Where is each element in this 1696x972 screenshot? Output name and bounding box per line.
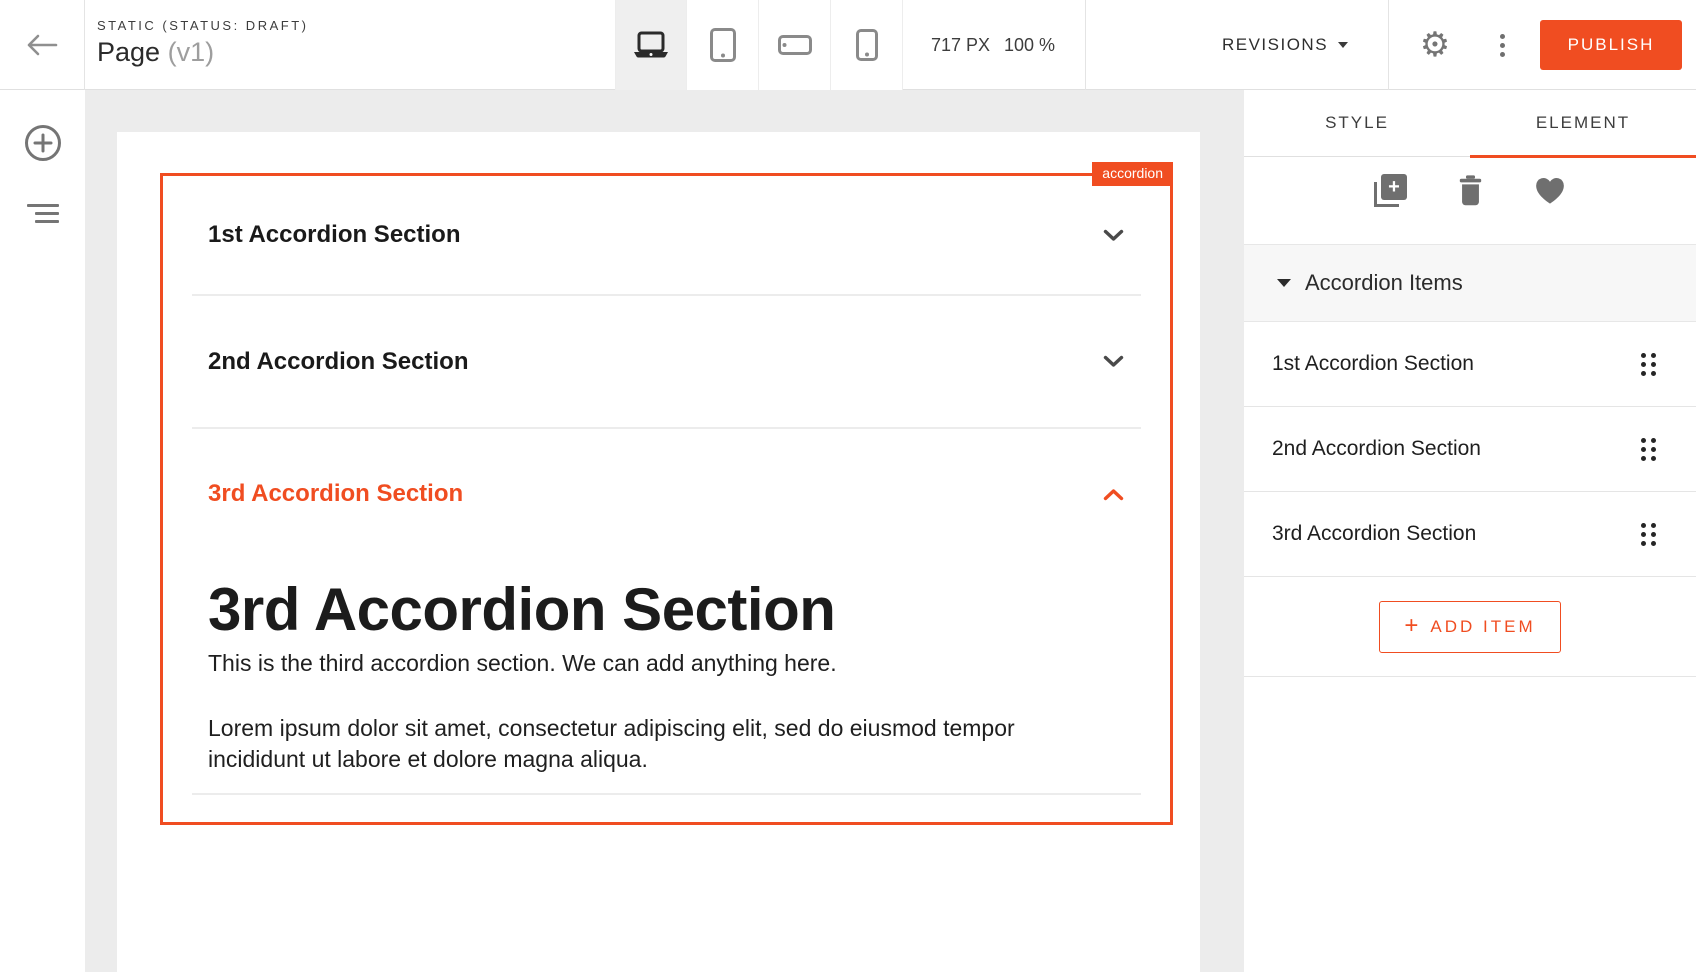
- toolbar-divider: [1388, 0, 1389, 90]
- group-label: Accordion Items: [1305, 270, 1463, 296]
- device-desktop-button[interactable]: [615, 0, 687, 90]
- accordion-section-1-header[interactable]: 1st Accordion Section: [163, 176, 1170, 294]
- page-preview[interactable]: accordion 1st Accordion Section 2nd Acco…: [117, 132, 1200, 972]
- item-label: 1st Accordion Section: [1272, 352, 1474, 376]
- favorite-button[interactable]: [1534, 176, 1566, 205]
- tab-style[interactable]: STYLE: [1244, 90, 1470, 156]
- revisions-label: REVISIONS: [1222, 35, 1328, 55]
- arrow-left-icon: [25, 33, 59, 57]
- left-sidebar: [0, 90, 85, 972]
- chevron-up-icon: [1103, 488, 1124, 501]
- content-heading: 3rd Accordion Section: [208, 580, 1124, 640]
- divider: [192, 793, 1141, 795]
- accordion-section-3-content: 3rd Accordion Section This is the third …: [163, 580, 1170, 775]
- tablet-landscape-icon: [778, 35, 812, 55]
- heart-icon: [1534, 176, 1566, 205]
- more-options-button[interactable]: [1487, 0, 1517, 90]
- panel-item-2[interactable]: 2nd Accordion Section: [1244, 407, 1696, 492]
- panel-item-1[interactable]: 1st Accordion Section: [1244, 322, 1696, 407]
- chevron-down-icon: [1103, 229, 1124, 242]
- item-label: 2nd Accordion Section: [1272, 437, 1481, 461]
- drag-handle-icon[interactable]: [1639, 432, 1658, 467]
- page-version: (v1): [168, 37, 215, 67]
- drag-handle-icon[interactable]: [1639, 347, 1658, 382]
- add-item-label: ADD ITEM: [1430, 617, 1535, 637]
- selected-element-outline[interactable]: accordion 1st Accordion Section 2nd Acco…: [160, 173, 1173, 825]
- add-item-row: + ADD ITEM: [1244, 577, 1696, 677]
- page-navigator-button[interactable]: [0, 178, 85, 248]
- back-button[interactable]: [0, 0, 85, 90]
- content-intro-paragraph: This is the third accordion section. We …: [208, 648, 1124, 678]
- device-phone-button[interactable]: [831, 0, 903, 90]
- duplicate-icon: +: [1374, 174, 1407, 207]
- viewport-width-value: 717 PX: [931, 35, 990, 56]
- chevron-down-icon: [1338, 42, 1348, 48]
- trash-icon: [1457, 174, 1484, 206]
- page-status-label: STATIC (STATUS: DRAFT): [97, 18, 308, 33]
- publish-button[interactable]: PUBLISH: [1540, 20, 1682, 70]
- add-element-button[interactable]: [0, 108, 85, 178]
- drag-handle-icon[interactable]: [1639, 517, 1658, 552]
- content-body-paragraph: Lorem ipsum dolor sit amet, consectetur …: [208, 713, 1058, 775]
- zoom-level-value: 100 %: [1004, 35, 1055, 56]
- toolbar-divider: [1085, 0, 1086, 90]
- kebab-menu-icon: [1500, 34, 1505, 39]
- editor-canvas: accordion 1st Accordion Section 2nd Acco…: [85, 90, 1244, 972]
- caret-down-icon: [1277, 279, 1291, 287]
- plus-icon: +: [1404, 612, 1418, 640]
- accordion-section-title-active: 3rd Accordion Section: [208, 480, 463, 508]
- accordion-section-title: 1st Accordion Section: [208, 221, 461, 249]
- inspector-panel: STYLE ELEMENT + Accordion Items 1st A: [1244, 90, 1696, 972]
- accordion-section-title: 2nd Accordion Section: [208, 348, 468, 376]
- panel-item-3[interactable]: 3rd Accordion Section: [1244, 492, 1696, 577]
- chevron-down-icon: [1103, 355, 1124, 368]
- element-type-badge: accordion: [1092, 162, 1173, 186]
- page-title: Page (v1): [97, 37, 308, 68]
- laptop-icon: [632, 31, 670, 59]
- viewport-size-indicator: 717 PX 100 %: [918, 0, 1068, 90]
- navigator-lines-icon: [27, 204, 59, 223]
- revisions-dropdown[interactable]: REVISIONS: [1195, 0, 1375, 90]
- duplicate-button[interactable]: +: [1374, 174, 1407, 207]
- accordion-section-2-header[interactable]: 2nd Accordion Section: [163, 296, 1170, 427]
- top-toolbar: STATIC (STATUS: DRAFT) Page (v1): [0, 0, 1696, 90]
- settings-button[interactable]: ⚙: [1415, 0, 1455, 90]
- accordion-items-group-toggle[interactable]: Accordion Items: [1244, 244, 1696, 322]
- device-tablet-button[interactable]: [687, 0, 759, 90]
- gear-icon: ⚙: [1420, 28, 1450, 62]
- item-label: 3rd Accordion Section: [1272, 522, 1476, 546]
- add-item-button[interactable]: + ADD ITEM: [1379, 601, 1561, 653]
- element-actions-row: +: [1244, 157, 1696, 223]
- accordion-section-3-header[interactable]: 3rd Accordion Section: [163, 429, 1170, 559]
- phone-icon: [856, 29, 878, 61]
- device-landscape-button[interactable]: [759, 0, 831, 90]
- tab-element[interactable]: ELEMENT: [1470, 90, 1696, 156]
- inspector-tabs: STYLE ELEMENT: [1244, 90, 1696, 157]
- plus-circle-icon: [24, 124, 62, 162]
- tablet-portrait-icon: [710, 28, 736, 62]
- delete-button[interactable]: [1457, 174, 1484, 206]
- device-preview-switcher: [615, 0, 903, 90]
- page-title-block: STATIC (STATUS: DRAFT) Page (v1): [97, 18, 308, 68]
